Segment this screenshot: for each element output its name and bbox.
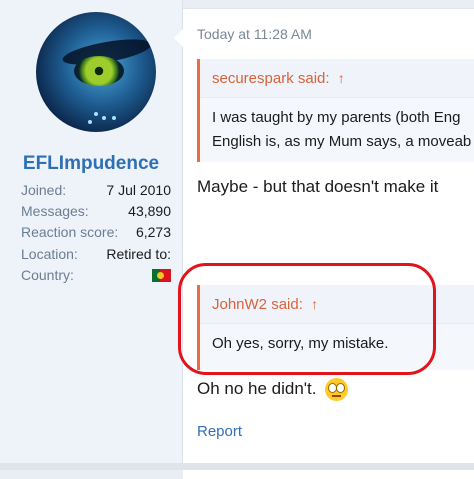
avatar[interactable] bbox=[36, 12, 156, 132]
quote-line: English is, as my Mum says, a moveab bbox=[212, 133, 472, 150]
quote-author[interactable]: securespark said: bbox=[212, 70, 330, 87]
quote-header[interactable]: securespark said: ↑ bbox=[200, 59, 474, 98]
avatar-dot bbox=[94, 112, 98, 116]
stat-reaction-score: Reaction score: 6,273 bbox=[21, 222, 171, 243]
stat-label: Location: bbox=[21, 245, 78, 262]
username-link[interactable]: EFLImpudence bbox=[0, 153, 182, 175]
post-message: Oh no he didn't. bbox=[197, 378, 349, 401]
stat-label: Joined: bbox=[21, 182, 67, 198]
stat-value: Retired to: bbox=[106, 245, 171, 262]
stat-label: Reaction score: bbox=[21, 224, 119, 241]
post-message-text: Oh no he didn't. bbox=[197, 378, 317, 398]
post-body: Today at 11:28 AM securespark said: ↑ I … bbox=[183, 8, 474, 479]
avatar-eye bbox=[74, 56, 124, 86]
post-timestamp[interactable]: Today at 11:28 AM bbox=[197, 26, 312, 42]
stat-location: Location: Retired to: bbox=[21, 244, 171, 265]
portugal-flag-icon bbox=[152, 268, 171, 282]
report-link[interactable]: Report bbox=[197, 423, 242, 440]
stat-label: Country: bbox=[21, 266, 74, 283]
rolling-eyes-emoji-icon bbox=[325, 378, 349, 401]
red-highlight-annotation bbox=[178, 263, 436, 375]
quote-content: I was taught by my parents (both Eng Eng… bbox=[200, 98, 474, 162]
quote-block: securespark said: ↑ I was taught by my p… bbox=[197, 59, 474, 162]
author-sidebar: EFLImpudence Joined: 7 Jul 2010 Messages… bbox=[0, 0, 183, 470]
quote-link-icon[interactable]: ↑ bbox=[338, 59, 345, 97]
stat-value: 7 Jul 2010 bbox=[106, 182, 171, 198]
avatar-dot bbox=[112, 116, 116, 120]
avatar-dot bbox=[102, 116, 106, 120]
stat-label: Messages: bbox=[21, 203, 89, 220]
stat-joined: Joined: 7 Jul 2010 bbox=[21, 180, 171, 201]
post-message: Maybe - but that doesn't make it bbox=[197, 177, 439, 196]
bottom-bar bbox=[0, 463, 474, 470]
stat-value: 43,890 bbox=[128, 203, 171, 220]
avatar-dot bbox=[88, 120, 92, 124]
quote-line: I was taught by my parents (both Eng bbox=[212, 109, 461, 126]
user-stats: Joined: 7 Jul 2010 Messages: 43,890 Reac… bbox=[21, 180, 171, 286]
stat-country: Country: bbox=[21, 265, 171, 286]
stat-value: 6,273 bbox=[135, 224, 171, 241]
stat-messages: Messages: 43,890 bbox=[21, 201, 171, 222]
